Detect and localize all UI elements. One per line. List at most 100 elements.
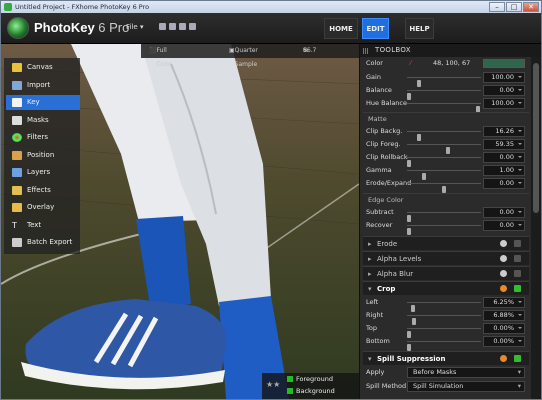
- toolbox-header: TOOLBOX: [360, 44, 541, 57]
- sidebar-item-label: Text: [27, 221, 42, 229]
- section-alpha-blur[interactable]: ▸ Alpha Blur: [363, 266, 529, 280]
- reset-icon[interactable]: [500, 285, 507, 292]
- gain-label: Gain: [366, 73, 381, 81]
- crop-right-input[interactable]: 6.88%: [483, 310, 525, 321]
- crop-right-slider[interactable]: [407, 315, 481, 325]
- balance-input[interactable]: 0.00: [483, 85, 525, 96]
- color-mode-toggle[interactable]: ⬛ Full Color: [149, 44, 172, 68]
- app-window: Untitled Project - FXhome PhotoKey 6 Pro…: [0, 0, 542, 400]
- enable-checkbox[interactable]: [514, 355, 521, 362]
- nav-edit-button[interactable]: EDIT: [362, 18, 389, 39]
- effects-icon: [12, 186, 22, 195]
- sidebar-item-overlay[interactable]: Overlay: [6, 200, 80, 215]
- eyedropper-icon[interactable]: ⁄: [410, 57, 411, 70]
- open-icon[interactable]: [169, 23, 176, 30]
- sidebar-item-key[interactable]: Key: [6, 95, 80, 110]
- gamma-input[interactable]: 1.00: [483, 165, 525, 176]
- minimize-button[interactable]: –: [489, 2, 505, 12]
- sidebar-item-label: Key: [27, 98, 40, 106]
- sidebar-item-filters[interactable]: Filters: [6, 130, 80, 145]
- section-crop[interactable]: ▾ Crop: [363, 281, 529, 295]
- erode-expand-slider[interactable]: [407, 183, 481, 193]
- export-icon[interactable]: [179, 23, 186, 30]
- hue-balance-row: Hue Balance 100.00: [363, 97, 529, 113]
- slider-handle[interactable]: [407, 228, 411, 235]
- hue-balance-slider[interactable]: [407, 103, 481, 113]
- clip-rollback-slider[interactable]: [407, 157, 481, 167]
- scrollbar-thumb[interactable]: [533, 63, 539, 213]
- spill-method-select[interactable]: Spill Simulation: [407, 381, 525, 392]
- crop-top-input[interactable]: 0.00%: [483, 323, 525, 334]
- crop-bottom-input[interactable]: 0.00%: [483, 336, 525, 347]
- hue-balance-input[interactable]: 100.00: [483, 98, 525, 109]
- subtract-row: Subtract 0.00: [363, 206, 529, 222]
- subtract-input[interactable]: 0.00: [483, 207, 525, 218]
- sidebar-item-batch-export[interactable]: Batch Export: [6, 235, 80, 250]
- clip-fore-label: Clip Foreg.: [366, 140, 401, 148]
- clip-rollback-input[interactable]: 0.00: [483, 152, 525, 163]
- print-icon[interactable]: [189, 23, 196, 30]
- crop-bottom-slider[interactable]: [407, 341, 481, 351]
- clip-fore-input[interactable]: 59.35: [483, 139, 525, 150]
- save-icon[interactable]: [159, 23, 166, 30]
- erode-expand-input[interactable]: 0.00: [483, 178, 525, 189]
- balance-slider[interactable]: [407, 90, 481, 100]
- section-title: Alpha Levels: [377, 255, 422, 263]
- enable-checkbox[interactable]: [514, 255, 521, 262]
- sidebar-item-import[interactable]: Import: [6, 78, 80, 93]
- gain-input[interactable]: 100.00: [483, 72, 525, 83]
- nav-home-button[interactable]: HOME: [324, 18, 358, 39]
- subtract-slider[interactable]: [407, 212, 481, 222]
- foreground-toggle[interactable]: Foreground: [287, 374, 333, 385]
- crop-left-slider[interactable]: [407, 302, 481, 312]
- sidebar-item-label: Import: [27, 81, 51, 89]
- clip-rollback-label: Clip Rollback: [366, 153, 408, 161]
- recover-slider[interactable]: [407, 225, 481, 235]
- sidebar-item-position[interactable]: Position: [6, 148, 80, 163]
- reset-icon[interactable]: [500, 355, 507, 362]
- gamma-slider[interactable]: [407, 170, 481, 180]
- spill-method-label: Spill Method: [366, 382, 407, 390]
- grip-icon[interactable]: [363, 48, 369, 54]
- clip-fore-slider[interactable]: [407, 144, 481, 154]
- gain-slider[interactable]: [407, 77, 481, 87]
- sidebar-item-layers[interactable]: Layers: [6, 165, 80, 180]
- gain-row: Gain 100.00: [363, 71, 529, 87]
- crop-top-label: Top: [366, 324, 377, 332]
- clip-back-input[interactable]: 16.26: [483, 126, 525, 137]
- clip-back-label: Clip Backg.: [366, 127, 403, 135]
- sidebar-item-effects[interactable]: Effects: [6, 183, 80, 198]
- color-swatch[interactable]: [483, 59, 525, 68]
- crop-left-input[interactable]: 6.25%: [483, 297, 525, 308]
- toolbox-scrollbar[interactable]: [531, 57, 541, 399]
- apply-select[interactable]: Before Masks: [407, 367, 525, 378]
- reset-icon[interactable]: [500, 255, 507, 262]
- enable-checkbox[interactable]: [514, 240, 521, 247]
- sidebar-item-masks[interactable]: Masks: [6, 113, 80, 128]
- reset-icon[interactable]: [500, 270, 507, 277]
- enable-checkbox[interactable]: [514, 270, 521, 277]
- edge-color-header: Edge Color: [363, 193, 529, 205]
- quality-label: Quarter Sample: [234, 47, 258, 68]
- slider-handle[interactable]: [442, 186, 446, 193]
- quality-select[interactable]: ▣ Quarter Sample: [229, 44, 258, 68]
- sidebar-item-text[interactable]: T Text: [6, 218, 80, 233]
- enable-checkbox[interactable]: [514, 285, 521, 292]
- file-menu[interactable]: File ▾: [126, 23, 143, 31]
- crop-top-slider[interactable]: [407, 328, 481, 338]
- close-button[interactable]: ✕: [523, 2, 539, 12]
- reset-icon[interactable]: [500, 240, 507, 247]
- apply-row: Apply Before Masks: [363, 366, 529, 379]
- maximize-button[interactable]: □: [506, 2, 522, 12]
- sidebar-item-canvas[interactable]: Canvas: [6, 60, 80, 75]
- zoom-control[interactable]: ⌕ 66.7%: [303, 44, 316, 58]
- crop-bottom-label: Bottom: [366, 337, 390, 345]
- slider-handle[interactable]: [407, 344, 411, 351]
- clip-back-slider[interactable]: [407, 131, 481, 141]
- background-toggle[interactable]: Background: [287, 386, 335, 397]
- section-erode[interactable]: ▸ Erode: [363, 236, 529, 250]
- recover-input[interactable]: 0.00: [483, 220, 525, 231]
- section-spill-suppression[interactable]: ▾ Spill Suppression: [363, 351, 529, 365]
- section-alpha-levels[interactable]: ▸ Alpha Levels: [363, 251, 529, 265]
- nav-help-button[interactable]: HELP: [405, 18, 434, 39]
